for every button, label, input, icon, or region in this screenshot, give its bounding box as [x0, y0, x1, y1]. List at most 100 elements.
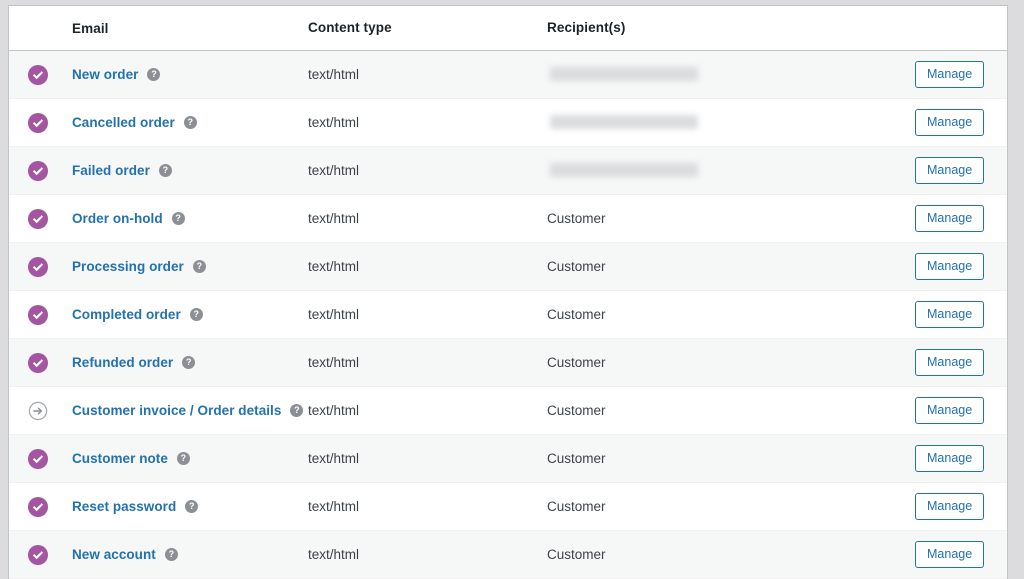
action-cell: Manage: [915, 109, 1007, 136]
check-circle-icon[interactable]: [27, 64, 48, 85]
email-link[interactable]: Cancelled order: [72, 115, 175, 130]
manage-button[interactable]: Manage: [915, 157, 985, 184]
content-type-value: text/html: [308, 450, 360, 466]
column-header-email-label: Email: [72, 20, 109, 36]
status-toggle-cell[interactable]: [9, 208, 66, 229]
help-icon[interactable]: ?: [158, 164, 172, 177]
table-row: New order? text/html Manage: [9, 51, 1007, 99]
check-circle-icon[interactable]: [27, 304, 48, 325]
manage-button[interactable]: Manage: [915, 493, 985, 520]
status-toggle-cell[interactable]: [9, 496, 66, 517]
content-type-value: text/html: [308, 354, 360, 370]
recipient-cell: Customer: [546, 306, 915, 324]
recipient-value: Customer: [547, 258, 606, 274]
help-icon[interactable]: ?: [164, 548, 178, 561]
check-circle-icon[interactable]: [27, 352, 48, 373]
status-toggle-cell[interactable]: [9, 160, 66, 181]
status-toggle-cell[interactable]: [9, 64, 66, 85]
content-type-cell: text/html: [307, 66, 546, 84]
manage-button[interactable]: Manage: [915, 301, 985, 328]
table-row: New account? text/html Customer Manage: [9, 531, 1007, 579]
check-circle-icon[interactable]: [27, 496, 48, 517]
help-icon[interactable]: ?: [185, 500, 199, 513]
help-icon[interactable]: ?: [147, 68, 161, 81]
email-link[interactable]: Reset password: [72, 499, 176, 514]
help-icon[interactable]: ?: [171, 212, 185, 225]
email-name-cell: Customer invoice / Order details?: [66, 403, 307, 418]
status-toggle-cell[interactable]: [9, 544, 66, 565]
status-toggle-cell[interactable]: [9, 352, 66, 373]
check-circle-icon[interactable]: [27, 448, 48, 469]
status-toggle-cell[interactable]: [9, 401, 66, 421]
help-icon[interactable]: ?: [192, 260, 206, 273]
content-type-cell: text/html: [307, 546, 546, 564]
check-circle-icon[interactable]: [27, 208, 48, 229]
check-circle-icon[interactable]: [27, 544, 48, 565]
status-toggle-cell[interactable]: [9, 448, 66, 469]
recipient-value: Customer: [547, 402, 606, 418]
email-name-cell: Customer note?: [66, 451, 307, 466]
email-link[interactable]: Completed order: [72, 307, 181, 322]
table-row: Failed order? text/html Manage: [9, 147, 1007, 195]
table-row: Cancelled order? text/html Manage: [9, 99, 1007, 147]
help-icon[interactable]: ?: [183, 116, 197, 129]
email-link[interactable]: New account: [72, 547, 156, 562]
table-row: Processing order? text/html Customer Manage: [9, 243, 1007, 291]
recipient-value: Customer: [547, 546, 606, 562]
check-circle-icon[interactable]: [27, 112, 48, 133]
manage-button[interactable]: Manage: [915, 205, 985, 232]
help-icon[interactable]: ?: [189, 308, 203, 321]
manage-button[interactable]: Manage: [915, 541, 985, 568]
email-link[interactable]: Order on-hold: [72, 211, 163, 226]
manage-button[interactable]: Manage: [915, 109, 985, 136]
status-toggle-cell[interactable]: [9, 304, 66, 325]
check-circle-icon[interactable]: [27, 256, 48, 277]
email-link[interactable]: Customer invoice / Order details: [72, 403, 281, 418]
email-name-cell: Completed order?: [66, 307, 307, 322]
email-link[interactable]: Failed order: [72, 163, 150, 178]
recipient-cell: Customer: [546, 258, 915, 276]
manage-button[interactable]: Manage: [915, 253, 985, 280]
action-cell: Manage: [915, 205, 1007, 232]
arrow-circle-icon[interactable]: [28, 401, 48, 421]
help-icon[interactable]: ?: [176, 452, 190, 465]
email-name-cell: Processing order?: [66, 259, 307, 274]
email-notifications-table: Email Content type Recipient(s) New orde…: [8, 5, 1008, 579]
content-type-value: text/html: [308, 210, 360, 226]
recipient-cell: Customer: [546, 210, 915, 228]
check-circle-icon[interactable]: [27, 160, 48, 181]
email-link[interactable]: Processing order: [72, 259, 184, 274]
email-name-cell: New order?: [66, 67, 307, 82]
recipient-cell: Customer: [546, 450, 915, 468]
table-header-row: Email Content type Recipient(s): [9, 6, 1007, 51]
manage-button[interactable]: Manage: [915, 397, 985, 424]
email-name-cell: Order on-hold?: [66, 211, 307, 226]
table-row: Customer invoice / Order details? text/ht…: [9, 387, 1007, 435]
content-type-cell: text/html: [307, 402, 546, 420]
email-link[interactable]: Refunded order: [72, 355, 173, 370]
email-name-cell: Cancelled order?: [66, 115, 307, 130]
email-link[interactable]: Customer note: [72, 451, 168, 466]
recipient-redacted-bar: [550, 163, 698, 178]
email-name-cell: Reset password?: [66, 499, 307, 514]
manage-button[interactable]: Manage: [915, 61, 985, 88]
table-body: New order? text/html Manage Cancelled order…: [9, 51, 1007, 579]
help-icon[interactable]: ?: [182, 356, 196, 369]
column-header-content-type-label: Content type: [308, 20, 392, 35]
content-type-cell: text/html: [307, 498, 546, 516]
action-cell: Manage: [915, 301, 1007, 328]
email-name-cell: Failed order?: [66, 163, 307, 178]
content-type-cell: text/html: [307, 258, 546, 276]
content-type-value: text/html: [308, 546, 360, 562]
recipient-cell: [546, 162, 915, 180]
help-icon[interactable]: ?: [290, 404, 304, 417]
column-header-email: Email: [66, 21, 307, 36]
email-link[interactable]: New order: [72, 67, 138, 82]
status-toggle-cell[interactable]: [9, 256, 66, 277]
content-type-value: text/html: [308, 66, 360, 82]
manage-button[interactable]: Manage: [915, 349, 985, 376]
manage-button[interactable]: Manage: [915, 445, 985, 472]
status-toggle-cell[interactable]: [9, 112, 66, 133]
recipient-value: Customer: [547, 498, 606, 514]
content-type-cell: text/html: [307, 114, 546, 132]
